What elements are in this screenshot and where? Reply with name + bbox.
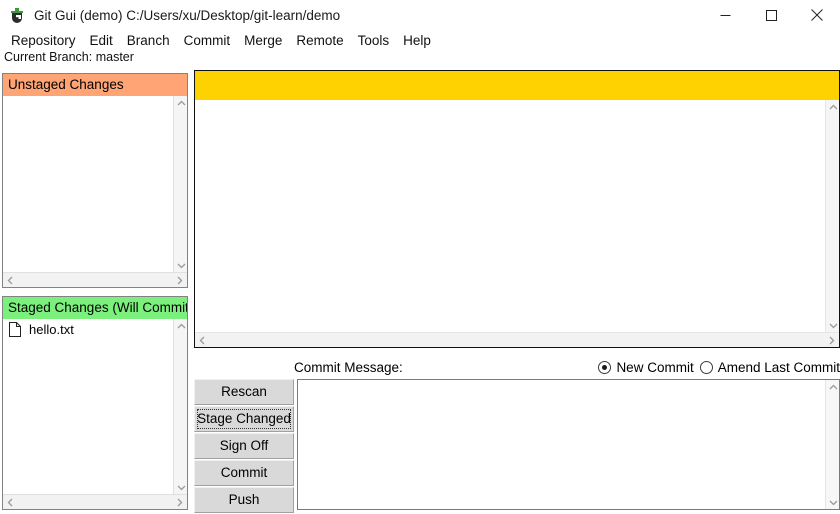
menu-item-help[interactable]: Help — [396, 32, 438, 49]
list-item[interactable]: hello.txt — [3, 319, 173, 339]
diff-horizontal-scrollbar[interactable] — [195, 332, 839, 347]
scroll-left-arrow-icon[interactable] — [195, 333, 210, 347]
menu-item-merge[interactable]: Merge — [237, 32, 289, 49]
close-icon — [811, 9, 823, 21]
radio-amend-last-commit-label: Amend Last Commit — [717, 359, 840, 375]
scroll-up-arrow-icon[interactable] — [826, 380, 839, 394]
rescan-button[interactable]: Rescan — [194, 379, 294, 405]
minimize-icon — [720, 14, 730, 16]
maximize-icon — [765, 9, 777, 21]
scroll-left-arrow-icon[interactable] — [3, 495, 18, 509]
window-title: Git Gui (demo) C:/Users/xu/Desktop/git-l… — [34, 7, 341, 23]
staged-changes-list[interactable]: hello.txt — [3, 319, 173, 494]
menu-item-remote[interactable]: Remote — [289, 32, 350, 49]
diff-banner — [195, 71, 839, 100]
staged-vertical-scrollbar[interactable] — [173, 319, 187, 494]
menu-item-edit[interactable]: Edit — [83, 32, 120, 49]
commit-type-radio-group: New Commit Amend Last Commit — [592, 360, 840, 375]
scroll-up-arrow-icon[interactable] — [826, 100, 839, 114]
file-lists-column: Unstaged Changes Staged Changes (Will Co… — [0, 70, 190, 513]
menu-item-branch[interactable]: Branch — [120, 32, 177, 49]
scroll-down-arrow-icon[interactable] — [174, 258, 187, 272]
scroll-right-arrow-icon[interactable] — [172, 495, 187, 509]
unstaged-changes-list[interactable] — [3, 96, 173, 272]
scroll-up-arrow-icon[interactable] — [174, 96, 187, 110]
scroll-left-arrow-icon[interactable] — [3, 273, 18, 287]
unstaged-vertical-scrollbar[interactable] — [173, 96, 187, 272]
minimize-button[interactable] — [702, 0, 748, 30]
file-icon — [9, 321, 21, 337]
radio-dot-selected-icon — [598, 360, 612, 374]
unstaged-horizontal-scrollbar[interactable] — [3, 272, 187, 287]
commit-message-input[interactable] — [298, 380, 825, 509]
radio-amend-last-commit[interactable]: Amend Last Commit — [699, 359, 840, 375]
menu-item-commit[interactable]: Commit — [177, 32, 238, 49]
radio-new-commit-label: New Commit — [616, 359, 694, 375]
scroll-down-arrow-icon[interactable] — [826, 318, 839, 332]
staged-changes-header: Staged Changes (Will Commit) — [3, 297, 187, 319]
maximize-button[interactable] — [748, 0, 794, 30]
window-controls — [702, 0, 840, 30]
stage-changed-button[interactable]: Stage Changed — [194, 406, 294, 432]
diff-viewer — [194, 70, 840, 348]
commit-message-vertical-scrollbar[interactable] — [825, 380, 839, 509]
commit-options-bar: Commit Message: New Commit Amend Last Co… — [194, 356, 840, 378]
action-button-column: Rescan Stage Changed Sign Off Commit Pus… — [194, 379, 294, 514]
commit-button[interactable]: Commit — [194, 460, 294, 486]
sign-off-button[interactable]: Sign Off — [194, 433, 294, 459]
unstaged-changes-pane: Unstaged Changes — [2, 73, 188, 288]
diff-vertical-scrollbar[interactable] — [825, 100, 839, 332]
radio-dot-unselected-icon — [699, 360, 713, 374]
menu-item-repository[interactable]: Repository — [4, 32, 83, 49]
commit-message-box — [297, 379, 840, 510]
staged-horizontal-scrollbar[interactable] — [3, 494, 187, 509]
current-branch-label: Current Branch: master — [0, 50, 840, 68]
staged-changes-pane: Staged Changes (Will Commit) hello.txt — [2, 296, 188, 510]
close-button[interactable] — [794, 0, 840, 30]
scroll-down-arrow-icon[interactable] — [174, 480, 187, 494]
title-bar: Git Gui (demo) C:/Users/xu/Desktop/git-l… — [0, 0, 840, 30]
menu-item-tools[interactable]: Tools — [351, 32, 397, 49]
push-button[interactable]: Push — [194, 487, 294, 513]
file-name: hello.txt — [29, 321, 74, 337]
git-gui-icon — [9, 7, 25, 23]
scroll-down-arrow-icon[interactable] — [826, 495, 839, 509]
menu-bar: Repository Edit Branch Commit Merge Remo… — [0, 30, 840, 50]
scroll-up-arrow-icon[interactable] — [174, 319, 187, 333]
diff-content[interactable] — [195, 100, 825, 332]
commit-message-label: Commit Message: — [294, 359, 403, 375]
scroll-right-arrow-icon[interactable] — [824, 333, 839, 347]
scroll-right-arrow-icon[interactable] — [172, 273, 187, 287]
unstaged-changes-header: Unstaged Changes — [3, 74, 187, 96]
radio-new-commit[interactable]: New Commit — [598, 359, 694, 375]
